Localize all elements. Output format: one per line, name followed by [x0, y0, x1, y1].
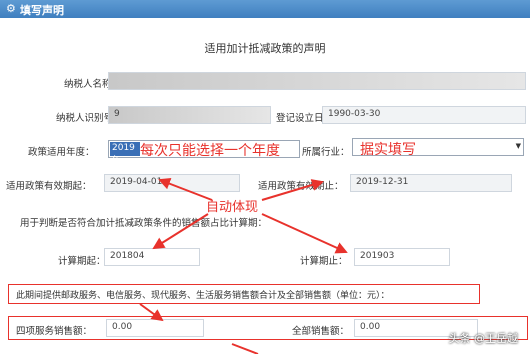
- arrow-bottom: [231, 343, 259, 354]
- annotation-arrows: [139, 177, 348, 354]
- arrow-to-effective-start: [158, 177, 213, 201]
- arrow-to-effective-end: [261, 179, 324, 201]
- arrow-to-calc-end: [261, 213, 348, 254]
- arrow-to-calc-start: [152, 213, 209, 250]
- watermark: 头条 @王岳越: [448, 332, 519, 345]
- arrow-to-sales-row: [139, 303, 164, 322]
